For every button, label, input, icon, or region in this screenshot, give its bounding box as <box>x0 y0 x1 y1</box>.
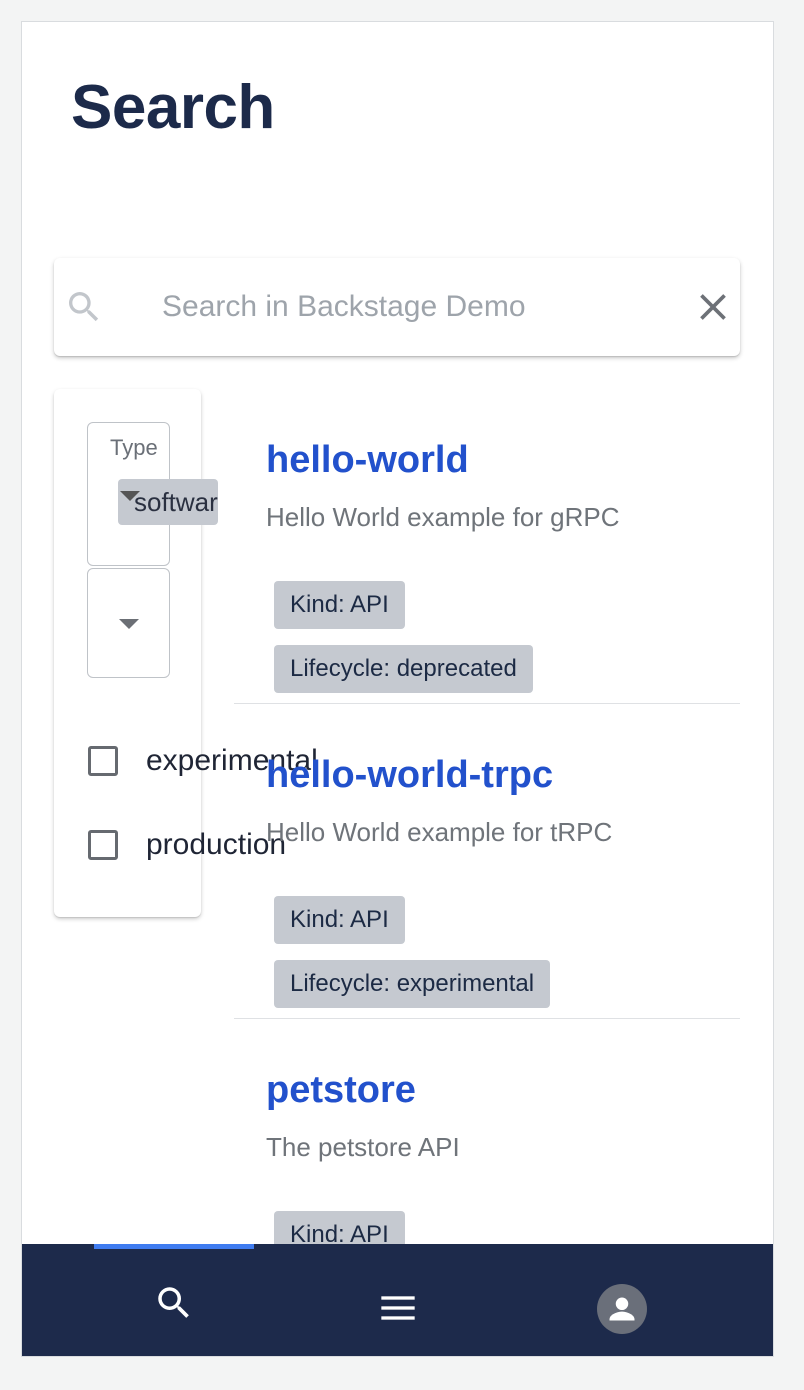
chevron-down-icon[interactable] <box>120 491 140 501</box>
page-title: Search <box>71 73 275 142</box>
result-description: Hello World example for tRPC <box>266 817 613 847</box>
type-filter-select[interactable]: Type software <box>87 422 218 566</box>
lifecycle-filter-select[interactable] <box>87 568 170 678</box>
nav-menu-button[interactable] <box>318 1244 478 1356</box>
close-icon[interactable] <box>691 285 735 329</box>
checkbox-experimental[interactable] <box>88 746 118 776</box>
search-bar <box>54 258 740 356</box>
menu-icon <box>381 1296 415 1320</box>
lifecycle-tag: Lifecycle: deprecated <box>274 645 533 693</box>
filter-panel: Type software experimental production <box>54 389 318 917</box>
result-description: Hello World example for gRPC <box>266 502 620 532</box>
lifecycle-tag: Lifecycle: experimental <box>274 960 551 1008</box>
nav-search-button[interactable] <box>94 1244 254 1356</box>
result-title-link[interactable]: petstore <box>266 1069 416 1112</box>
account-icon <box>597 1284 647 1334</box>
result-title-link[interactable]: hello-world <box>266 439 469 482</box>
results-list: hello-world Hello World example for gRPC… <box>234 389 740 1333</box>
nav-account-button[interactable] <box>542 1244 702 1356</box>
result-title-link[interactable]: hello-world-trpc <box>266 754 553 797</box>
list-item: hello-world Hello World example for gRPC… <box>234 389 740 704</box>
bottom-navigation <box>22 1244 773 1356</box>
list-item: hello-world-trpc Hello World example for… <box>234 704 740 1019</box>
search-icon <box>69 292 99 322</box>
type-selected-chip[interactable]: software <box>118 479 218 525</box>
checkbox-production[interactable] <box>88 830 118 860</box>
result-description: The petstore API <box>266 1132 460 1162</box>
chevron-down-icon[interactable] <box>119 619 139 629</box>
search-input[interactable] <box>162 282 702 332</box>
type-filter-label: Type <box>110 435 158 460</box>
kind-tag: Kind: API <box>274 896 405 944</box>
search-icon <box>158 1287 189 1318</box>
kind-tag: Kind: API <box>274 581 405 629</box>
app-frame: Search Type software experimental produc… <box>21 21 774 1357</box>
